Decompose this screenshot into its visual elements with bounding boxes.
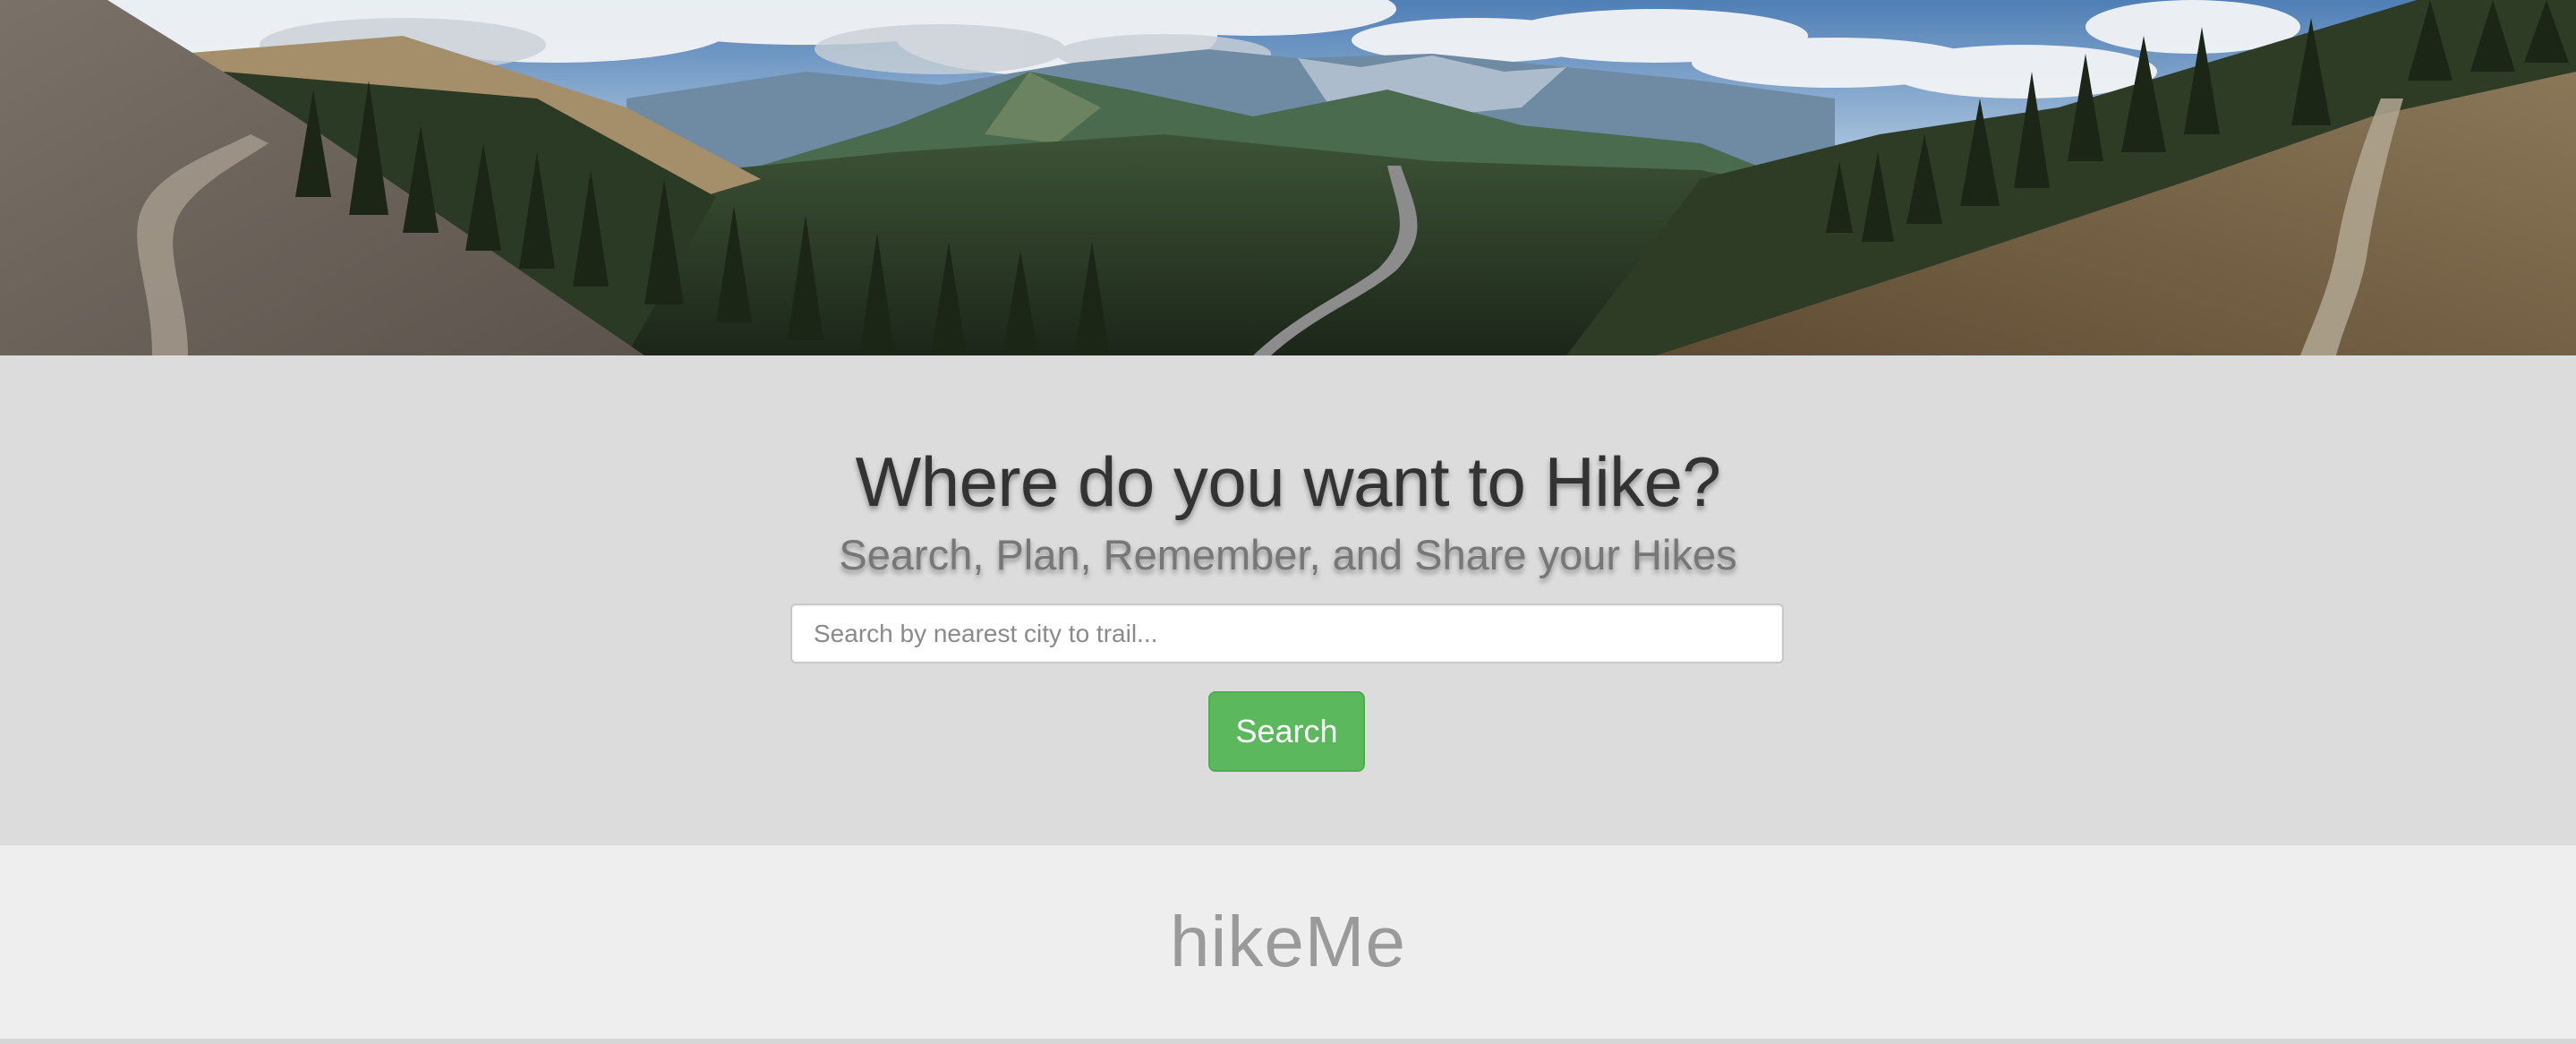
page-title: Where do you want to Hike? <box>855 442 1721 521</box>
search-input[interactable] <box>790 603 1784 663</box>
hero-banner-image <box>0 0 2576 355</box>
search-section: Where do you want to Hike? Search, Plan,… <box>0 355 2576 845</box>
search-button[interactable]: Search <box>1208 691 1365 772</box>
footer-divider <box>0 1039 2576 1044</box>
page-subtitle: Search, Plan, Remember, and Share your H… <box>839 531 1737 578</box>
footer: hikeMe <box>0 845 2576 1039</box>
mountain-panorama <box>0 0 2576 355</box>
brand-logo-text: hikeMe <box>1170 902 1406 981</box>
